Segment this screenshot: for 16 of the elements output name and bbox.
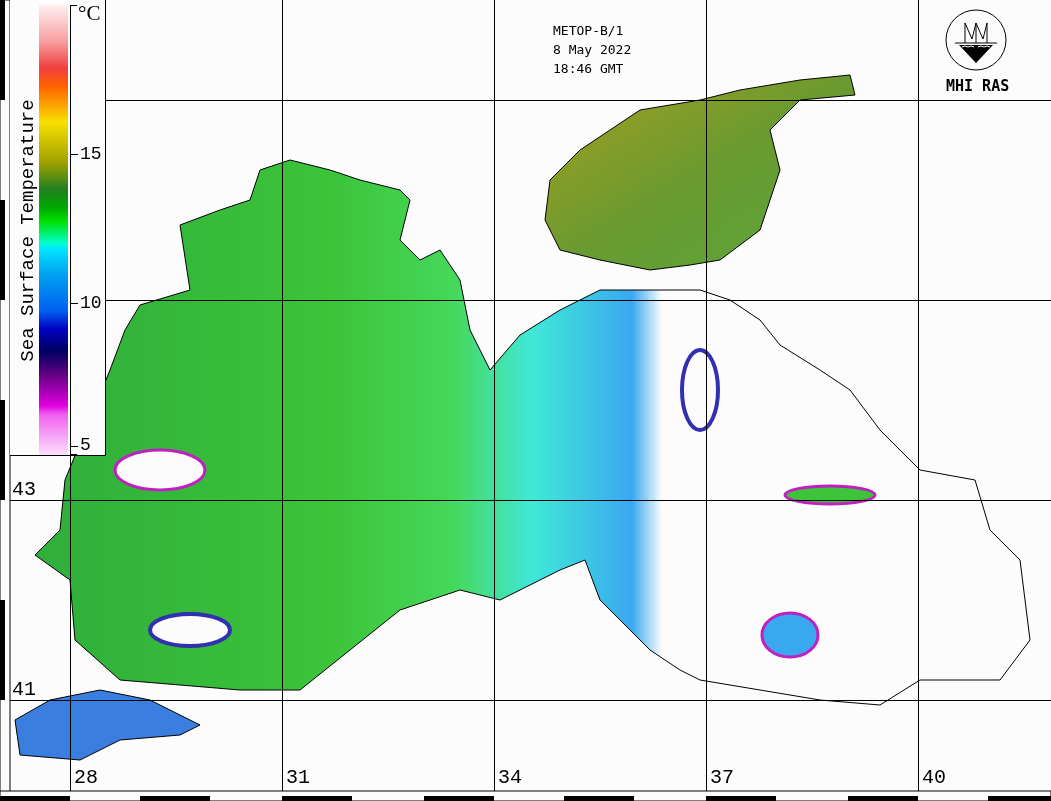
tick-label: 5 bbox=[80, 436, 91, 454]
longitude-label: 28 bbox=[74, 768, 98, 788]
longitude-label: 37 bbox=[710, 768, 734, 788]
logo-label: MHI RAS bbox=[946, 79, 1010, 94]
legend-title: Sea Surface Temperature bbox=[18, 98, 38, 362]
header-text: 18:46 GMT bbox=[553, 60, 625, 77]
header-text: METOP-B/1 bbox=[553, 22, 625, 39]
longitude-label: 31 bbox=[286, 768, 310, 788]
unit-label: °C bbox=[78, 3, 101, 24]
tick-label: 10 bbox=[80, 294, 102, 312]
water-patch bbox=[760, 611, 820, 659]
logo-icon bbox=[945, 9, 1007, 71]
header-text: 8 May 2022 bbox=[553, 41, 632, 58]
longitude-label: 34 bbox=[498, 768, 522, 788]
longitude-label: 40 bbox=[922, 768, 946, 788]
tick-label: 15 bbox=[80, 145, 102, 163]
